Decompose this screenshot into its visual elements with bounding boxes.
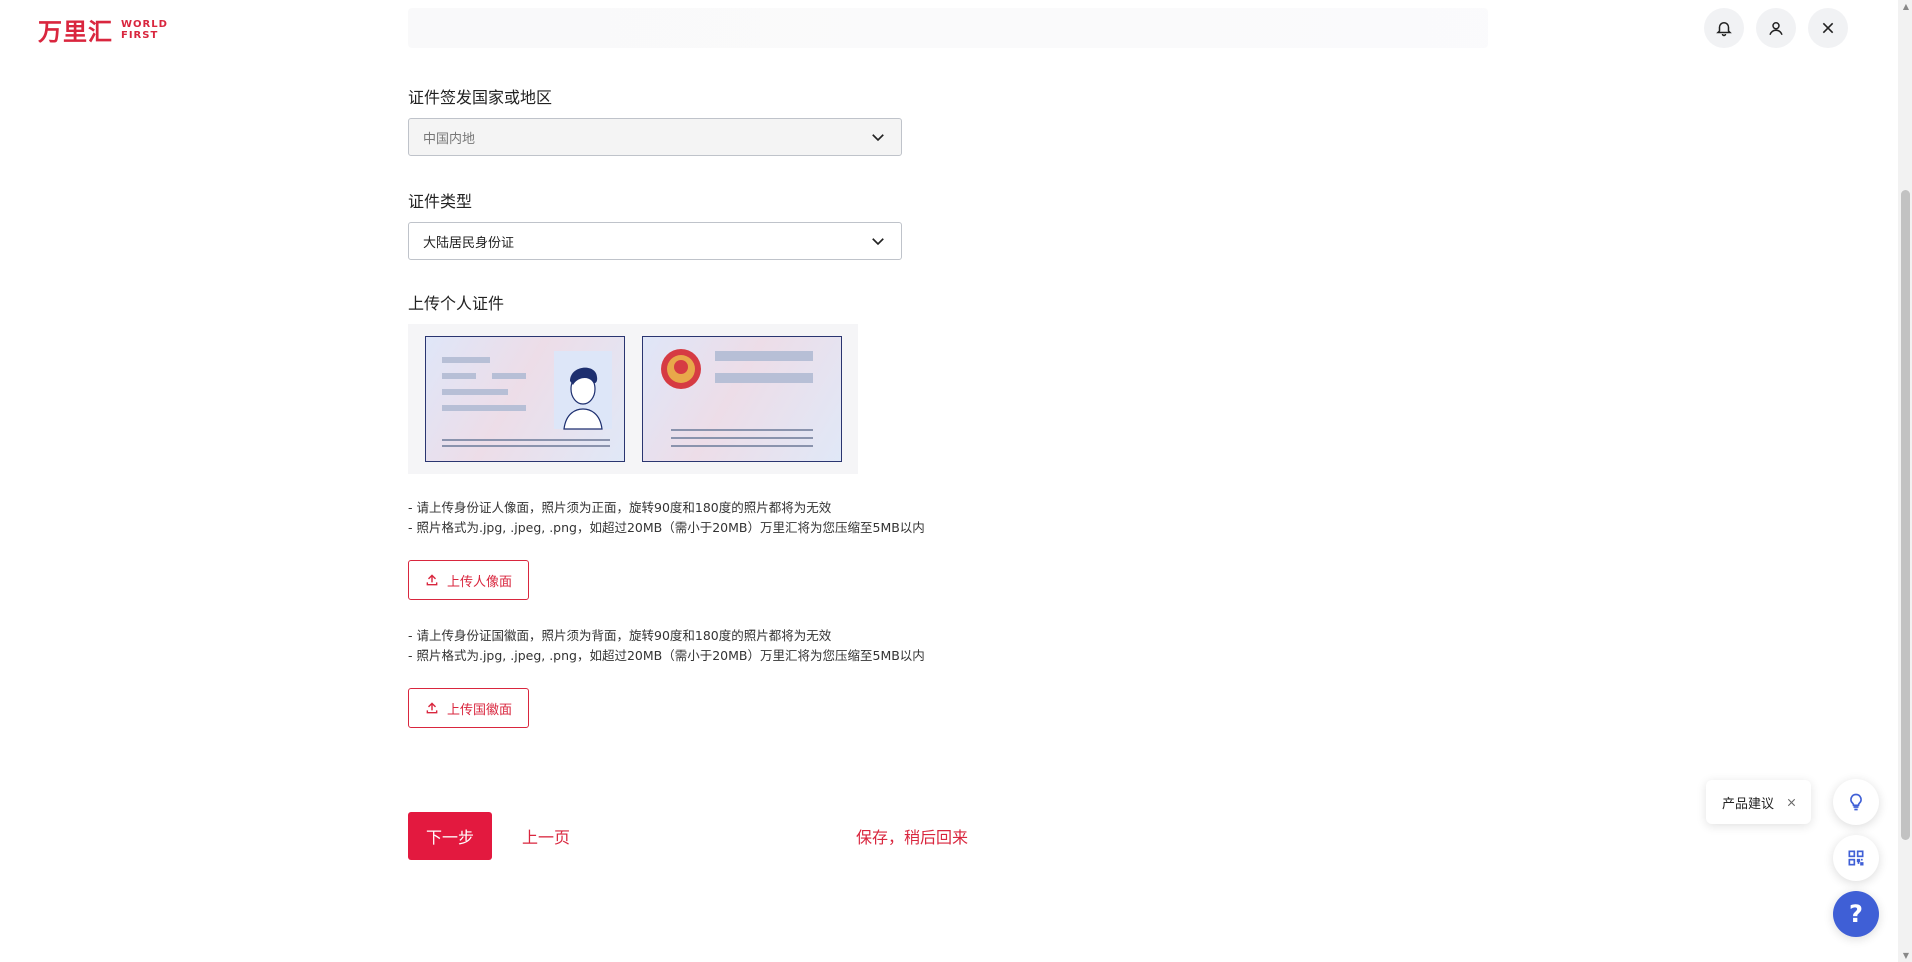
- chevron-down-icon: [872, 238, 884, 246]
- country-value: 中国内地: [423, 131, 476, 147]
- next-button[interactable]: 下一步: [408, 812, 493, 860]
- faded-description: [408, 8, 1488, 48]
- logo-cn: 万里汇: [38, 18, 113, 46]
- id-type-select[interactable]: 大陆居民身份证: [408, 222, 902, 260]
- suggestion-label: 产品建议: [1722, 796, 1775, 812]
- save-later-link[interactable]: 保存，稍后回来: [856, 824, 968, 848]
- help-icon: ?: [1849, 900, 1863, 928]
- emblem-notes: - 请上传身份证国徽面，照片须为背面，旋转90度和180度的照片都将为无效 - …: [408, 626, 948, 666]
- notifications-button[interactable]: [1704, 8, 1744, 48]
- upload-icon: [426, 574, 438, 586]
- id-card-illustration: [408, 324, 858, 474]
- help-button[interactable]: ?: [1833, 891, 1879, 937]
- user-icon: [1769, 22, 1783, 36]
- logo-en-line2: FIRST: [121, 29, 159, 41]
- country-select[interactable]: 中国内地: [408, 118, 902, 156]
- upload-portrait-label: 上传人像面: [447, 574, 513, 590]
- form-actions: 下一步 上一页 保存，稍后回来: [408, 812, 968, 860]
- chevron-down-icon: [872, 134, 884, 142]
- logo-en: WORLD FIRST: [121, 19, 168, 41]
- id-type-value: 大陆居民身份证: [423, 235, 515, 251]
- id-portrait-illustration: [441, 351, 612, 447]
- upload-label: 上传个人证件: [408, 294, 505, 313]
- scrollbar-thumb[interactable]: [1901, 190, 1910, 840]
- suggestion-tooltip[interactable]: 产品建议: [1706, 780, 1812, 824]
- upload-portrait-button[interactable]: 上传人像面: [408, 560, 530, 600]
- suggestion-button[interactable]: [1833, 779, 1879, 825]
- scrollbar[interactable]: ▲ ▼: [1898, 0, 1912, 962]
- close-icon: [1822, 22, 1834, 34]
- upload-icon: [426, 702, 438, 714]
- id-emblem-illustration: [660, 349, 813, 447]
- upload-emblem-label: 上传国徽面: [447, 702, 513, 718]
- app-menu-button[interactable]: [1833, 835, 1879, 881]
- emblem-note-2: - 照片格式为.jpg, .jpeg, .png，如超过20MB（需小于20MB…: [408, 648, 925, 663]
- grid-icon: [1848, 850, 1864, 866]
- close-button[interactable]: [1808, 8, 1848, 48]
- id-card-emblem-side: [641, 336, 842, 462]
- scroll-down-icon[interactable]: ▼: [1903, 951, 1909, 960]
- lightbulb-icon: [1850, 793, 1862, 811]
- upload-emblem-button[interactable]: 上传国徽面: [408, 688, 530, 728]
- id-verification-form: 证件签发国家或地区 中国内地 证件类型 大陆居民身份证 上传个人证件 - 请上传…: [408, 84, 948, 728]
- account-button[interactable]: [1756, 8, 1796, 48]
- prev-link[interactable]: 上一页: [522, 824, 570, 848]
- brand-logo[interactable]: 万里汇 WORLD FIRST: [38, 12, 168, 47]
- country-label: 证件签发国家或地区: [408, 88, 553, 107]
- id-type-label: 证件类型: [408, 192, 473, 211]
- close-icon[interactable]: [1786, 797, 1797, 808]
- scroll-up-icon[interactable]: ▲: [1903, 2, 1909, 11]
- logo-en-line1: WORLD: [121, 18, 168, 30]
- id-card-portrait-side: [424, 336, 625, 462]
- portrait-notes: - 请上传身份证人像面，照片须为正面，旋转90度和180度的照片都将为无效 - …: [408, 498, 948, 538]
- portrait-note-1: - 请上传身份证人像面，照片须为正面，旋转90度和180度的照片都将为无效: [408, 500, 832, 515]
- portrait-note-2: - 照片格式为.jpg, .jpeg, .png，如超过20MB（需小于20MB…: [408, 520, 925, 535]
- bell-icon: [1716, 22, 1732, 37]
- emblem-note-1: - 请上传身份证国徽面，照片须为背面，旋转90度和180度的照片都将为无效: [408, 628, 832, 643]
- header-icon-bar: [1704, 8, 1848, 48]
